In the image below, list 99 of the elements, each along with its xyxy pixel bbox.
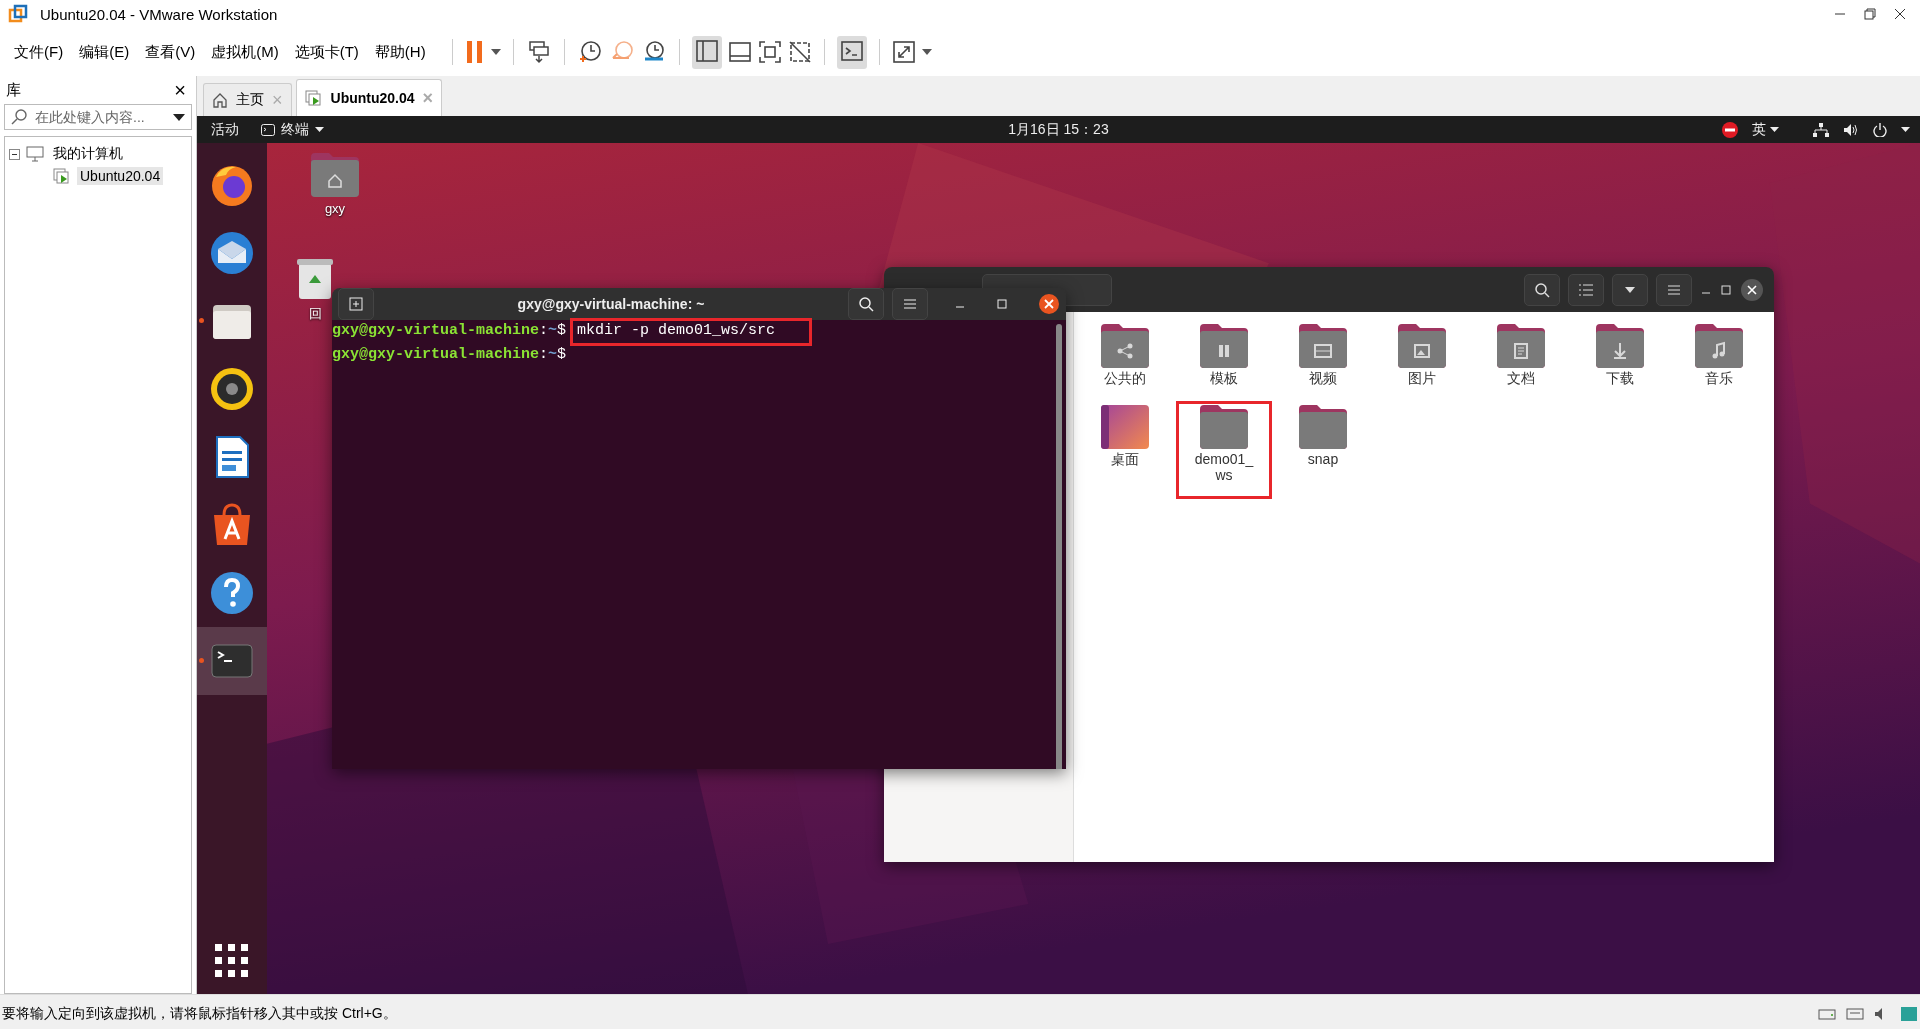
folder-item[interactable]: demo01_ws <box>1176 401 1272 499</box>
vm-icon <box>53 168 71 184</box>
new-tab-icon[interactable] <box>349 297 363 311</box>
terminal-command: mkdir -p demo01_ws/src <box>570 318 813 346</box>
folder-item[interactable]: 桌面 <box>1077 401 1173 482</box>
terminal-icon[interactable] <box>261 123 275 136</box>
apps-grid-icon[interactable] <box>215 944 249 978</box>
vm-icon <box>304 90 323 106</box>
shared-folder-icon[interactable] <box>1101 324 1149 368</box>
do-not-disturb-icon[interactable] <box>1722 121 1738 138</box>
close-button[interactable]: × <box>170 78 190 102</box>
window-title: gxy@gxy-virtual-machine: ~ <box>516 296 706 312</box>
menu-item[interactable]: 虚拟机(M) <box>205 38 285 66</box>
desktop-folder-icon[interactable] <box>1101 405 1149 449</box>
caret-icon[interactable] <box>315 127 324 132</box>
templates-folder-icon[interactable] <box>1200 324 1248 368</box>
list-view-icon[interactable] <box>1579 283 1593 296</box>
documents-folder-icon[interactable] <box>1497 324 1545 368</box>
power-icon[interactable] <box>1873 122 1887 137</box>
close-icon[interactable] <box>1740 277 1764 302</box>
menu-item[interactable]: 选项卡(T) <box>288 38 365 66</box>
folder-item[interactable]: 公共的 <box>1077 320 1173 401</box>
folder-icon[interactable] <box>1200 405 1248 449</box>
network-icon[interactable] <box>1813 122 1829 137</box>
unity-icon[interactable] <box>787 40 812 64</box>
app-menu[interactable]: 终端 <box>281 120 309 139</box>
folder-label[interactable]: 下载 <box>1606 370 1634 386</box>
folder-item[interactable]: 模板 <box>1176 320 1272 401</box>
caret-icon[interactable] <box>1625 286 1635 293</box>
library-title: 库 <box>6 80 21 100</box>
folder-icon[interactable] <box>1299 405 1347 449</box>
menu-icon[interactable] <box>1668 284 1680 295</box>
folder-item[interactable]: 视频 <box>1275 320 1371 401</box>
folder-item[interactable]: 音乐 <box>1671 320 1767 401</box>
activities-button[interactable]: 活动 <box>207 120 243 139</box>
menu-item[interactable]: 帮助(H) <box>368 38 432 66</box>
folder-label[interactable]: 公共的 <box>1104 370 1146 386</box>
home-folder-icon[interactable] <box>311 153 359 197</box>
folder-item[interactable]: 下载 <box>1572 320 1668 401</box>
folder-label[interactable]: 图片 <box>1408 370 1436 386</box>
caret-icon[interactable] <box>921 49 932 55</box>
videos-folder-icon[interactable] <box>1299 324 1347 368</box>
clock[interactable]: 1月16日 15：23 <box>1008 120 1109 139</box>
input-method[interactable]: 英 <box>1752 120 1766 139</box>
folder-label[interactable]: 视频 <box>1309 370 1337 386</box>
help-icon[interactable] <box>208 569 256 617</box>
folder-label[interactable]: 文档 <box>1507 370 1535 386</box>
full-screen-icon[interactable] <box>757 40 782 64</box>
collapse-icon[interactable] <box>9 148 20 160</box>
folder-label[interactable]: 桌面 <box>1111 451 1139 467</box>
tab[interactable]: 主页 × <box>203 83 292 116</box>
downloads-folder-icon[interactable] <box>1596 324 1644 368</box>
menu-icon[interactable] <box>904 299 916 309</box>
pause-icon[interactable] <box>464 39 485 65</box>
restore-icon[interactable] <box>1864 8 1876 20</box>
search-field[interactable]: 在此处键入内容... <box>4 104 192 130</box>
computer-icon <box>26 146 44 162</box>
volume-icon[interactable] <box>1843 122 1859 137</box>
menu-item[interactable]: 查看(V) <box>139 38 202 66</box>
search-icon[interactable] <box>858 296 874 312</box>
console-icon[interactable] <box>839 38 864 63</box>
folder-label[interactable]: 音乐 <box>1705 370 1733 386</box>
desktop-icon-label[interactable]: gxy <box>324 201 346 216</box>
folder-label[interactable]: snap <box>1307 451 1339 467</box>
tree-item[interactable]: 我的计算机 <box>50 144 126 164</box>
close-icon[interactable] <box>1894 8 1906 20</box>
folder-item[interactable]: 图片 <box>1374 320 1470 401</box>
menu-item[interactable]: 文件(F) <box>8 38 70 66</box>
folder-label[interactable]: demo01_ws <box>1193 451 1255 483</box>
vmware-logo-icon[interactable] <box>8 4 28 24</box>
maximize-icon[interactable] <box>1720 283 1732 296</box>
stretch-icon[interactable] <box>891 40 916 64</box>
folder-item[interactable]: snap <box>1275 401 1371 482</box>
terminal-prompt: gxy@gxy-virtual-machine:~$ <box>332 346 567 364</box>
caret-icon[interactable] <box>1770 127 1779 132</box>
caret-icon[interactable] <box>1901 127 1910 132</box>
close-icon[interactable] <box>1038 293 1060 315</box>
tab[interactable]: Ubuntu20.04 × <box>295 79 443 116</box>
speaker-icon[interactable] <box>208 365 256 413</box>
tree-item[interactable]: Ubuntu20.04 <box>77 167 164 185</box>
mail-icon[interactable] <box>208 229 256 277</box>
thumbnail-view-icon[interactable] <box>727 40 752 64</box>
sidebar-view-icon[interactable] <box>694 38 719 63</box>
folder-item[interactable]: 文档 <box>1473 320 1569 401</box>
window-title: Ubuntu20.04 - VMware Workstation <box>40 5 278 23</box>
status-text: 要将输入定向到该虚拟机，请将鼠标指针移入其中或按 Ctrl+G。 <box>2 1004 397 1023</box>
trash-icon[interactable] <box>295 257 335 301</box>
terminal-prompt: gxy@gxy-virtual-machine:~$ <box>332 322 567 341</box>
home-icon <box>212 92 228 108</box>
caret-icon[interactable] <box>490 49 501 55</box>
search-icon[interactable] <box>1534 281 1550 298</box>
desktop-icon-label[interactable]: 回 <box>308 305 322 323</box>
maximize-icon[interactable] <box>996 298 1008 310</box>
search-icon <box>11 109 27 125</box>
folder-label[interactable]: 模板 <box>1210 370 1238 386</box>
music-folder-icon[interactable] <box>1695 324 1743 368</box>
caret-icon[interactable] <box>173 113 185 121</box>
menu-item[interactable]: 编辑(E) <box>73 38 136 66</box>
pictures-folder-icon[interactable] <box>1398 324 1446 368</box>
